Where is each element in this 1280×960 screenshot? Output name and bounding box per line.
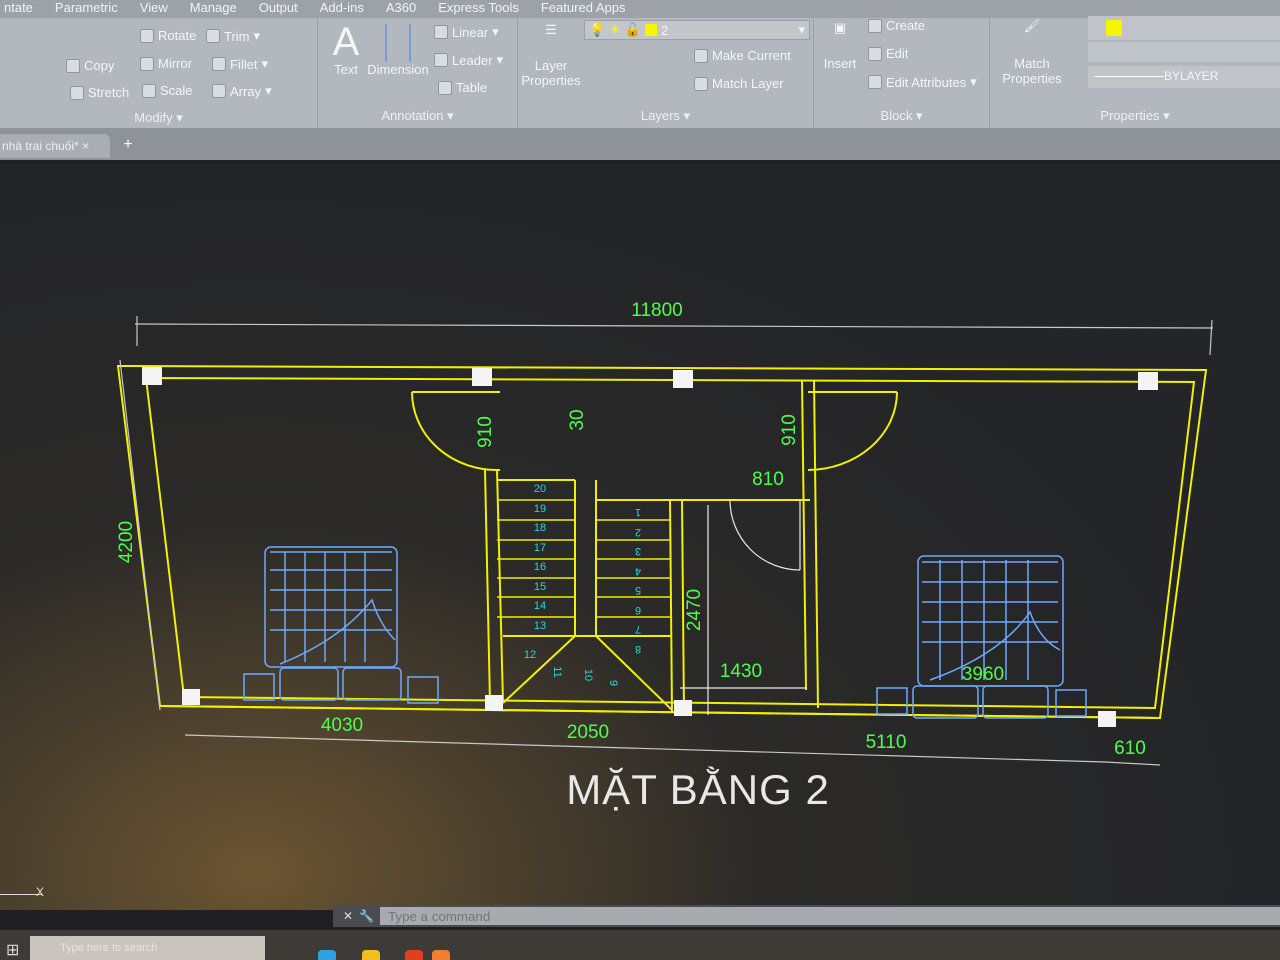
stair-step-label: 16 — [533, 561, 547, 573]
dim-balcony: 610 — [1114, 738, 1146, 759]
stair-step-label: 18 — [533, 522, 547, 534]
edge-icon[interactable] — [318, 950, 336, 960]
dim-bath-depth: 2470 — [684, 588, 705, 632]
stair-wall-right — [669, 499, 673, 713]
stair-step-label: 10 — [582, 668, 594, 682]
stair-step-label: 5 — [634, 584, 642, 596]
stair-step-label: 15 — [533, 580, 547, 593]
folder-icon[interactable] — [362, 950, 380, 960]
stair-wall-left-inner — [496, 469, 504, 704]
taskbar: ⊞ Type here to search — [0, 930, 1280, 960]
bath-wall — [801, 379, 807, 691]
dim-bed-right: 3960 — [961, 664, 1005, 685]
wrench-icon[interactable]: 🔧 — [359, 909, 374, 923]
stair-step-label: 19 — [533, 502, 547, 515]
dim-bath-width: 1430 — [719, 661, 763, 682]
balcony-line — [159, 705, 1161, 719]
outer-wall — [116, 364, 1208, 720]
drawing-title: MẶT BẰNG 2 — [566, 766, 830, 813]
stair-step-label: 3 — [634, 545, 642, 557]
stair-step-label: 11 — [551, 666, 563, 678]
dim-bath-door: 810 — [752, 469, 784, 490]
bed-left — [243, 546, 439, 704]
bed-right — [876, 555, 1087, 719]
dim-room-left: 4030 — [320, 715, 364, 736]
close-icon[interactable]: ✕ — [343, 909, 353, 923]
stair-step-label: 9 — [607, 679, 619, 687]
bath-wall-inner — [813, 379, 819, 709]
stair-step-label: 13 — [533, 619, 547, 632]
stair-step-label: 20 — [533, 483, 547, 495]
stair-step-label: 17 — [533, 541, 547, 554]
dim-overall-depth: 4200 — [116, 520, 137, 564]
stair-step-label: 12 — [523, 649, 537, 661]
chrome-icon[interactable] — [405, 950, 423, 960]
dim-stair: 2050 — [566, 722, 610, 743]
door-swing-right — [807, 391, 898, 471]
command-input[interactable] — [380, 907, 1280, 925]
dim-door-right: 910 — [779, 414, 800, 446]
ucs-icon: X — [0, 885, 44, 899]
start-icon[interactable]: ⊞ — [6, 940, 19, 960]
dim-door-left: 910 — [475, 416, 496, 448]
stair-step-label: 4 — [634, 564, 642, 577]
stair-step-label: 1 — [634, 506, 642, 518]
autocad-icon[interactable] — [432, 950, 450, 960]
stair-step-label: 6 — [634, 603, 642, 616]
stair-step-label: 8 — [634, 642, 642, 655]
dim-overall-width: 11800 — [631, 300, 683, 321]
stair-wall-left — [484, 469, 491, 704]
stair-treads — [497, 499, 670, 618]
floor-plan-drawing — [116, 316, 1214, 766]
dim-room-right: 5110 — [865, 732, 907, 753]
stair-step-label: 7 — [634, 623, 642, 635]
stair-step-label: 14 — [533, 600, 547, 612]
stair-step-label: 2 — [634, 525, 642, 538]
command-line: ✕ 🔧 — [333, 905, 1280, 927]
taskbar-search[interactable]: Type here to search — [30, 936, 265, 960]
dim-door-stair: 30 — [567, 409, 588, 431]
